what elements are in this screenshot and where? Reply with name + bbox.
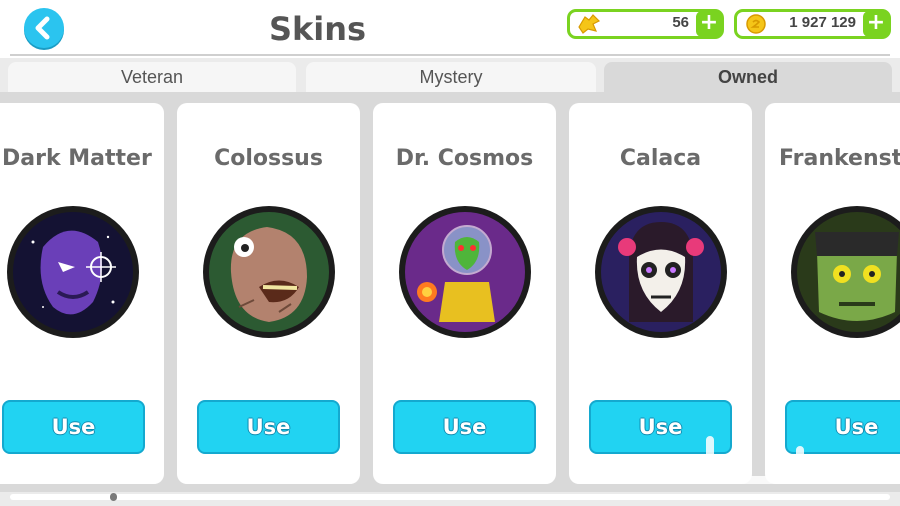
tab-owned[interactable]: Owned xyxy=(604,62,892,92)
ticket-icon xyxy=(578,14,601,34)
watermark-logo xyxy=(690,430,880,490)
tab-veteran[interactable]: Veteran xyxy=(8,62,296,92)
calaca-portrait xyxy=(595,206,727,338)
skin-name: Calaca xyxy=(619,146,702,171)
skin-card-colossus[interactable]: Colossus Use xyxy=(177,103,360,484)
scrollbar-thumb[interactable] xyxy=(110,493,117,501)
tab-mystery[interactable]: Mystery xyxy=(306,62,596,92)
horizontal-scrollbar[interactable] xyxy=(10,493,890,501)
coin-value: 1 927 129 xyxy=(789,14,856,31)
top-bar: Skins 56 + 1 927 129 + xyxy=(0,0,900,58)
add-tickets-button[interactable]: + xyxy=(696,11,722,37)
header-divider xyxy=(10,54,890,56)
use-button[interactable]: Use xyxy=(393,400,536,454)
use-button[interactable]: Use xyxy=(2,400,145,454)
skin-card-calaca[interactable]: Calaca Use xyxy=(569,103,752,484)
skin-name: Dr. Cosmos xyxy=(395,146,534,171)
skin-card-dark-matter[interactable]: Dark Matter Use xyxy=(0,103,164,484)
add-coins-button[interactable]: + xyxy=(863,11,889,37)
skin-name: Dark Matter xyxy=(2,146,152,171)
coin-icon xyxy=(746,14,766,34)
skin-card-frankenstein[interactable]: Frankenst Use xyxy=(765,103,900,484)
skin-card-dr-cosmos[interactable]: Dr. Cosmos Use xyxy=(373,103,556,484)
dark-matter-portrait xyxy=(7,206,139,338)
ticket-balance: 56 + xyxy=(567,9,724,39)
use-button[interactable]: Use xyxy=(197,400,340,454)
skin-name: Colossus xyxy=(214,146,323,171)
frankenstein-portrait xyxy=(791,206,900,338)
colossus-portrait xyxy=(203,206,335,338)
coin-balance: 1 927 129 + xyxy=(734,9,891,39)
dr-cosmos-portrait xyxy=(399,206,531,338)
ticket-value: 56 xyxy=(672,14,689,31)
page-title: Skins xyxy=(268,10,367,48)
skin-name: Frankenst xyxy=(779,146,900,171)
